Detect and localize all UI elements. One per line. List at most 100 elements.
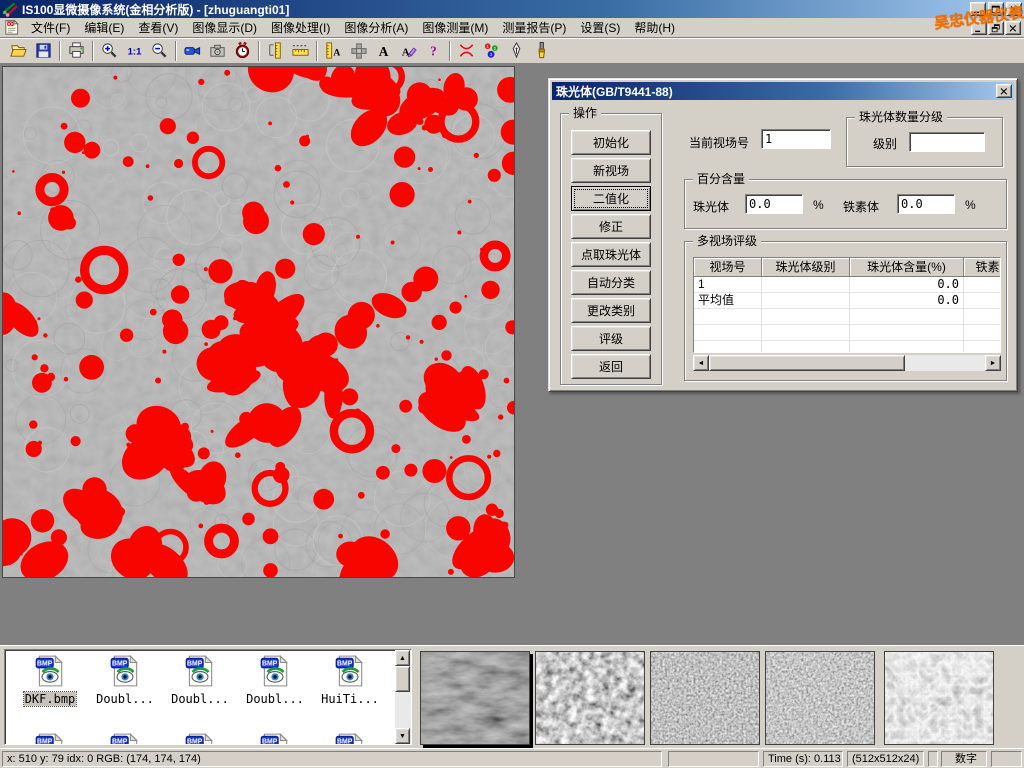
op-button-8[interactable]: 评级 xyxy=(571,326,651,351)
menu-item-8[interactable]: 测量报告(P) xyxy=(495,17,573,38)
file-item[interactable]: BMP xyxy=(89,732,161,745)
scroll-left-icon[interactable]: ◄ xyxy=(693,355,709,371)
current-field-input[interactable] xyxy=(761,129,831,149)
table-column-header[interactable]: 珠光体级别 xyxy=(762,258,850,277)
print-button[interactable] xyxy=(64,39,89,62)
zoom-out-button[interactable] xyxy=(147,39,172,62)
table-row[interactable]: 平均值0.0 xyxy=(694,293,1000,309)
window-title: IS100显微摄像系统(金相分析版) - [zhuguangti01] xyxy=(22,1,289,18)
menu-item-10[interactable]: 帮助(H) xyxy=(627,17,682,38)
table-cell xyxy=(964,309,1001,325)
preview-thumbnail-2[interactable] xyxy=(535,651,645,745)
dialog-close-button[interactable] xyxy=(996,84,1012,98)
text-label-button[interactable]: A xyxy=(371,39,396,62)
table-column-header[interactable]: 珠光体含量(%) xyxy=(850,258,964,277)
svg-text:BMP: BMP xyxy=(262,739,278,745)
level-input[interactable] xyxy=(909,132,985,152)
scroll-up-icon[interactable]: ▲ xyxy=(395,650,410,666)
preview-thumbnail-3[interactable] xyxy=(650,651,760,745)
pen-button[interactable] xyxy=(504,39,529,62)
caliper-button[interactable] xyxy=(263,39,288,62)
menu-item-6[interactable]: 图像分析(A) xyxy=(337,17,415,38)
op-button-6[interactable]: 自动分类 xyxy=(571,270,651,295)
video-camera-icon xyxy=(183,41,202,60)
file-item[interactable]: BMPHuiTi... xyxy=(314,654,386,706)
annotate-button[interactable]: A xyxy=(396,39,421,62)
op-button-3[interactable]: 二值化 xyxy=(571,186,651,211)
print-icon xyxy=(67,41,86,60)
menu-item-2[interactable]: 编辑(E) xyxy=(77,17,131,38)
help-button[interactable]: ? xyxy=(421,39,446,62)
file-item[interactable]: BMPDoubl... xyxy=(239,654,311,706)
table-horizontal-scrollbar[interactable]: ◄ ► xyxy=(693,355,1001,371)
dialog-title-bar[interactable]: 珠光体(GB/T9441-88) xyxy=(552,82,1014,100)
status-panel-empty xyxy=(928,751,938,767)
file-list-scrollbar[interactable]: ▲ ▼ xyxy=(395,650,411,744)
op-button-1[interactable]: 初始化 xyxy=(571,130,651,155)
table-header-row: 视场号珠光体级别珠光体含量(%)铁素体 xyxy=(694,258,1000,277)
camera-button[interactable] xyxy=(205,39,230,62)
op-button-4[interactable]: 修正 xyxy=(571,214,651,239)
menu-item-3[interactable]: 查看(V) xyxy=(131,17,185,38)
curve-tool-icon xyxy=(457,41,476,60)
menu-item-9[interactable]: 设置(S) xyxy=(573,17,627,38)
op-button-9[interactable]: 返回 xyxy=(571,354,651,379)
table-row[interactable] xyxy=(694,341,1000,353)
file-item[interactable]: BMPDKF.bmp xyxy=(14,654,86,706)
multi-field-table[interactable]: 视场号珠光体级别珠光体含量(%)铁素体10.0平均值0.0 xyxy=(693,257,1001,353)
table-column-header[interactable]: 视场号 xyxy=(694,258,762,277)
svg-text:?: ? xyxy=(430,44,437,59)
op-button-2[interactable]: 新视场 xyxy=(571,158,651,183)
scroll-down-icon[interactable]: ▼ xyxy=(395,728,410,744)
toolbar-separator xyxy=(449,41,451,61)
svg-text:BMP: BMP xyxy=(262,661,278,668)
ruler-button[interactable] xyxy=(288,39,313,62)
file-item[interactable]: BMPDoubl... xyxy=(164,654,236,706)
file-browser[interactable]: ▲ ▼ BMPDKF.bmpBMPDoubl...BMPDoubl...BMPD… xyxy=(4,649,412,745)
measure-text-button[interactable]: A xyxy=(321,39,346,62)
file-item[interactable]: BMP xyxy=(14,732,86,745)
app-icon xyxy=(2,1,18,17)
file-item[interactable]: BMP xyxy=(314,732,386,745)
classify-points-icon: 123 xyxy=(482,41,501,60)
merge-grid-button[interactable] xyxy=(346,39,371,62)
pearlite-percent-input[interactable] xyxy=(745,194,803,214)
scroll-right-icon[interactable]: ► xyxy=(985,355,1001,371)
zoom-in-button[interactable] xyxy=(97,39,122,62)
op-button-5[interactable]: 点取珠光体 xyxy=(571,242,651,267)
preview-thumbnail-1[interactable] xyxy=(420,651,530,745)
menu-item-7[interactable]: 图像测量(M) xyxy=(415,17,495,38)
micrograph-view[interactable] xyxy=(2,66,515,578)
op-button-7[interactable]: 更改类别 xyxy=(571,298,651,323)
scrollbar-thumb[interactable] xyxy=(709,355,905,371)
ferrite-percent-input[interactable] xyxy=(897,194,955,214)
timer-button[interactable] xyxy=(230,39,255,62)
save-button[interactable] xyxy=(31,39,56,62)
table-row[interactable] xyxy=(694,325,1000,341)
level-label: 级别 xyxy=(873,135,897,152)
brush-button[interactable] xyxy=(529,39,554,62)
preview-thumbnail-5[interactable] xyxy=(884,651,994,745)
open-file-button[interactable] xyxy=(6,39,31,62)
menu-item-1[interactable]: 文件(F) xyxy=(24,17,77,38)
menu-item-5[interactable]: 图像处理(I) xyxy=(264,17,337,38)
menu-item-4[interactable]: 图像显示(D) xyxy=(185,17,264,38)
table-column-header[interactable]: 铁素体 xyxy=(964,258,1001,277)
zoom-out-icon xyxy=(150,41,169,60)
operation-group: 操作 初始化新视场二值化修正点取珠光体自动分类更改类别评级返回 xyxy=(560,113,662,385)
table-cell: 1 xyxy=(694,277,762,293)
bottom-panel: ▲ ▼ BMPDKF.bmpBMPDoubl...BMPDoubl...BMPD… xyxy=(0,645,1024,748)
actual-size-button[interactable]: 1:1 xyxy=(122,39,147,62)
table-row[interactable] xyxy=(694,309,1000,325)
file-item[interactable]: BMP xyxy=(164,732,236,745)
classify-points-button[interactable]: 123 xyxy=(479,39,504,62)
percent-group-label: 百分含量 xyxy=(693,172,749,186)
curve-tool-button[interactable] xyxy=(454,39,479,62)
table-row[interactable]: 10.0 xyxy=(694,277,1000,293)
file-item[interactable]: BMP xyxy=(239,732,311,745)
preview-thumbnail-4[interactable] xyxy=(765,651,875,745)
scrollbar-thumb[interactable] xyxy=(395,666,410,692)
current-field-label: 当前视场号 xyxy=(689,134,749,151)
video-camera-button[interactable] xyxy=(180,39,205,62)
file-item[interactable]: BMPDoubl... xyxy=(89,654,161,706)
